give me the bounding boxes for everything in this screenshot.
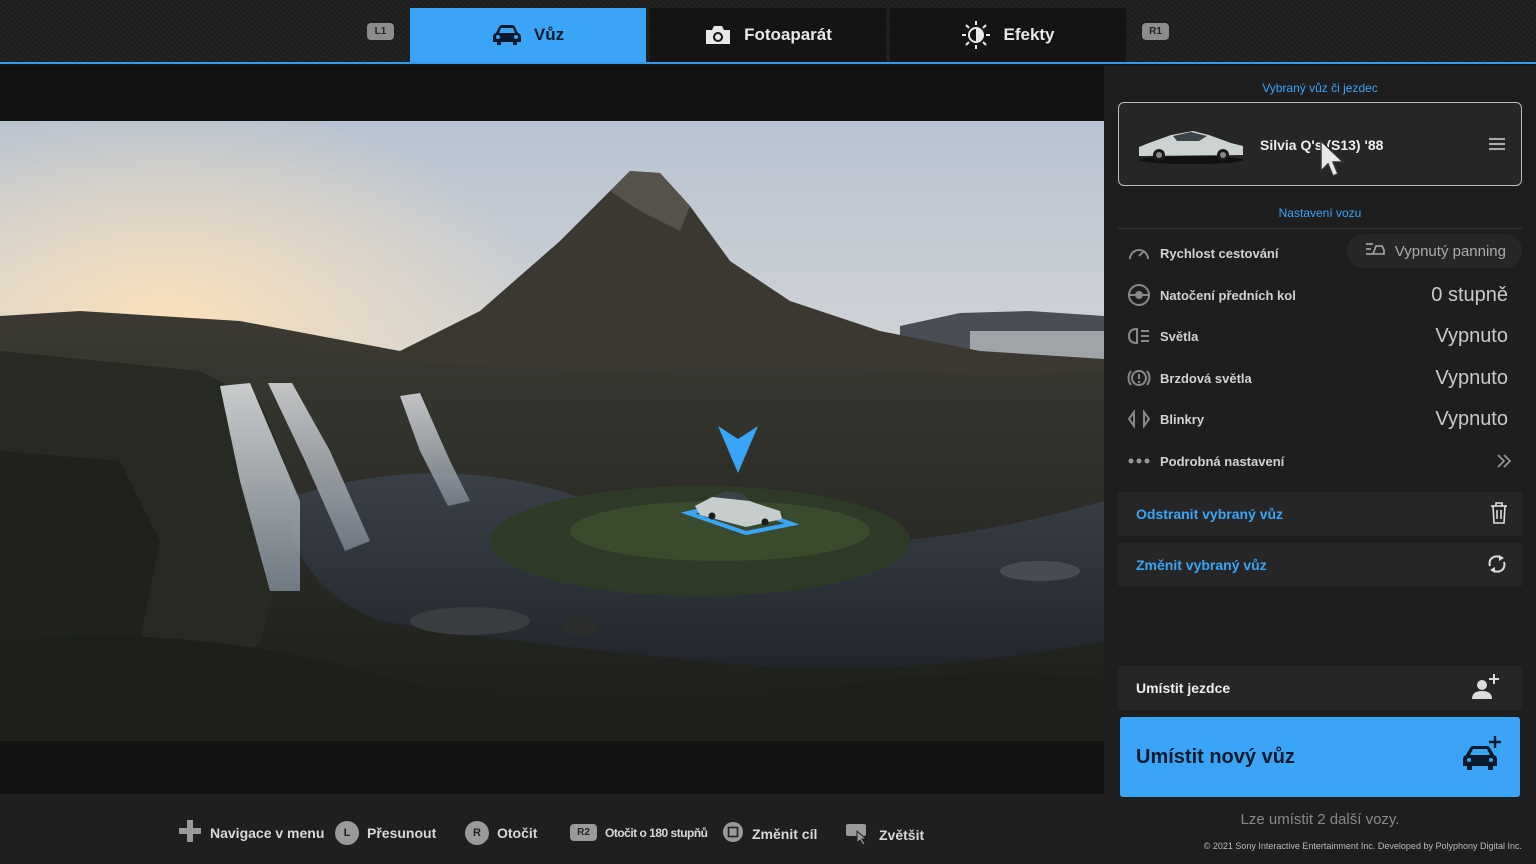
- row-label: Blinkry: [1160, 411, 1205, 427]
- place-rider-label: Umístit jezdce: [1136, 680, 1231, 696]
- r2-button-icon: R2: [570, 824, 597, 841]
- add-car-icon: [1462, 735, 1502, 780]
- menu-list-icon[interactable]: [1489, 137, 1505, 156]
- row-value: Vypnuto: [1435, 407, 1508, 430]
- copyright-text: © 2021 Sony Interactive Entertainment In…: [1203, 841, 1522, 851]
- swap-icon: [1486, 553, 1508, 580]
- tab-camera-label: Fotoaparát: [744, 25, 832, 44]
- row-label: Světla: [1160, 328, 1199, 344]
- car-icon: [492, 24, 522, 46]
- car-settings-title: Nastavení vozu: [1278, 206, 1362, 220]
- hint-move: L Přesunout: [335, 821, 436, 845]
- hint-label: Přesunout: [367, 825, 437, 841]
- row-value: 0 stupně: [1431, 283, 1508, 306]
- change-selected-car-label: Změnit vybraný vůz: [1136, 557, 1267, 573]
- place-rider-button[interactable]: Umístit jezdce: [1118, 666, 1522, 710]
- row-label: Podrobná nastavení: [1160, 453, 1285, 469]
- brightness-icon: [961, 20, 991, 50]
- r-stick-icon: R: [465, 821, 489, 845]
- camera-icon: [704, 24, 732, 46]
- mouse-cursor-icon: [1319, 139, 1347, 184]
- row-travel-speed[interactable]: Rychlost cestování Vypnutý panning: [1118, 234, 1522, 272]
- hint-label: Změnit cíl: [752, 825, 818, 842]
- hint-menu-navigation: Navigace v menu: [178, 819, 324, 846]
- panning-value: Vypnutý panning: [1394, 242, 1506, 260]
- selected-car-card[interactable]: Silvia Q's (S13) '88: [1118, 102, 1522, 186]
- row-lights[interactable]: Světla Vypnuto: [1118, 317, 1522, 355]
- touchpad-zoom-icon: [845, 821, 871, 848]
- tab-effects-label: Efekty: [1003, 25, 1055, 44]
- square-button-icon: [722, 821, 744, 846]
- tab-camera[interactable]: Fotoaparát: [650, 8, 886, 62]
- controls-hint-bar: Navigace v menu L Přesunout R Otočit R2 …: [0, 794, 1104, 864]
- hint-label: Otočit o 180 stupňů: [605, 825, 708, 840]
- row-detailed-settings[interactable]: Podrobná nastavení: [1118, 442, 1522, 480]
- tab-effects[interactable]: Efekty: [890, 8, 1126, 62]
- row-brake-lights[interactable]: Brzdová světla Vypnuto: [1118, 359, 1522, 397]
- more-icon: [1126, 448, 1152, 474]
- scene-photo[interactable]: [0, 121, 1104, 741]
- top-tab-bar: L1 Vůz Fotoaparát Efekty R1: [0, 0, 1536, 64]
- place-new-car-button[interactable]: Umístit nový vůz: [1120, 717, 1520, 797]
- car-settings-panel: Vybraný vůz či jezdec Silvia Q's (S13) '…: [1104, 66, 1536, 864]
- car-thumbnail: [1135, 123, 1247, 170]
- l-stick-icon: L: [335, 821, 359, 845]
- panning-toggle-pill[interactable]: Vypnutý panning: [1346, 234, 1522, 268]
- r1-button-hint[interactable]: R1: [1142, 23, 1169, 40]
- row-label: Rychlost cestování: [1160, 245, 1279, 261]
- row-value: Vypnuto: [1435, 324, 1508, 347]
- selected-car-title: Vybraný vůz či jezdec: [1262, 81, 1378, 95]
- remove-selected-car-label: Odstranit vybraný vůz: [1136, 506, 1284, 522]
- row-blinkers[interactable]: Blinkry Vypnuto: [1118, 400, 1522, 438]
- blinker-icon: [1126, 406, 1152, 432]
- headlight-icon: [1126, 323, 1152, 349]
- remove-selected-car-button[interactable]: Odstranit vybraný vůz: [1118, 492, 1522, 536]
- hint-label: Zvětšit: [879, 826, 925, 843]
- change-selected-car-button[interactable]: Změnit vybraný vůz: [1118, 543, 1522, 587]
- scene-viewport[interactable]: [0, 66, 1104, 794]
- speedometer-icon: [1126, 240, 1152, 266]
- kirkjufell-landscape-image: [0, 121, 1104, 741]
- row-value: Vypnuto: [1435, 366, 1508, 389]
- place-new-car-label: Umístit nový vůz: [1136, 745, 1295, 768]
- row-label: Natočení předních kol: [1160, 287, 1296, 303]
- trash-icon: [1490, 502, 1508, 529]
- double-chevron-right-icon: [1496, 454, 1512, 473]
- row-label: Brzdová světla: [1160, 370, 1252, 386]
- tab-car[interactable]: Vůz: [410, 8, 646, 62]
- l1-button-hint[interactable]: L1: [367, 23, 394, 40]
- hint-zoom: Zvětšit: [845, 821, 924, 848]
- row-front-wheel-angle[interactable]: Natočení předních kol 0 stupně: [1118, 276, 1522, 314]
- panning-icon: [1365, 240, 1385, 262]
- hint-label: Navigace v menu: [210, 824, 325, 841]
- divider: [1118, 228, 1522, 229]
- steering-wheel-icon: [1126, 282, 1152, 308]
- tab-car-label: Vůz: [533, 25, 565, 44]
- remaining-cars-text: Lze umístit 2 další vozy.: [1240, 811, 1400, 828]
- brake-light-icon: [1126, 365, 1152, 391]
- hint-rotate-180: R2 Otočit o 180 stupňů: [570, 824, 708, 841]
- scapes-editor-screen: L1 Vůz Fotoaparát Efekty R1 Vybraný vůz …: [0, 0, 1536, 864]
- hint-rotate: R Otočit: [465, 821, 537, 845]
- add-person-icon: [1470, 673, 1500, 706]
- dpad-icon: [178, 819, 202, 846]
- hint-label: Otočit: [497, 825, 538, 841]
- hint-change-target: Změnit cíl: [722, 821, 817, 846]
